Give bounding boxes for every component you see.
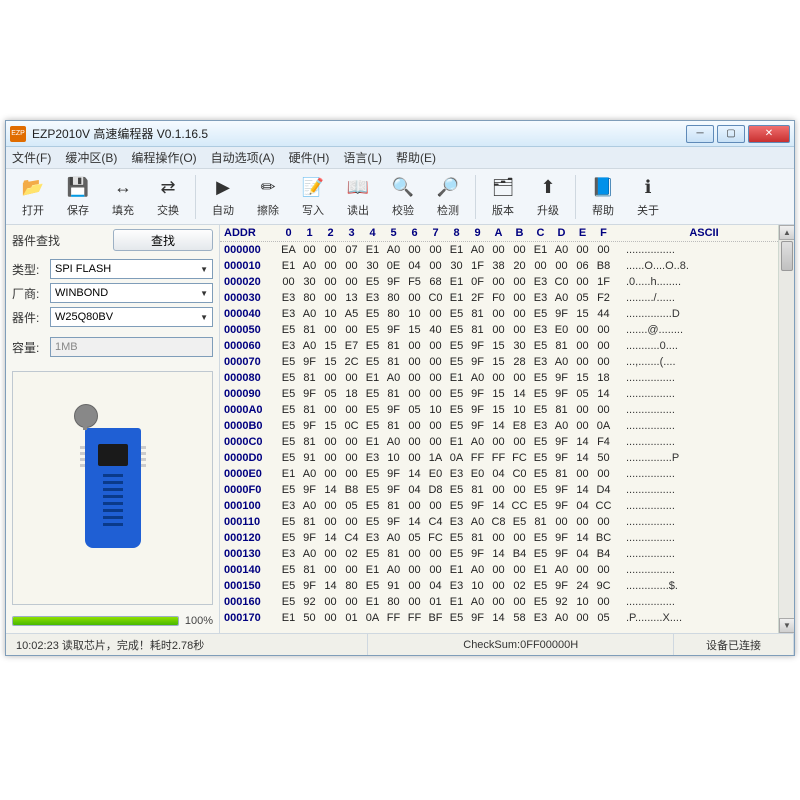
关于-icon: ℹ (635, 176, 661, 200)
toolbar-填充[interactable]: ↔填充 (102, 172, 144, 222)
status-connection: 设备已连接 (674, 634, 794, 655)
擦除-icon: ✏ (255, 176, 281, 200)
toolbar-交换[interactable]: ⇄交换 (147, 172, 189, 222)
capacity-field: 1MB (50, 337, 213, 357)
menu-item[interactable]: 帮助(E) (396, 149, 436, 166)
scroll-down-button[interactable]: ▼ (779, 618, 794, 633)
保存-icon: 💾 (65, 176, 91, 200)
part-select[interactable]: W25Q80BV▼ (50, 307, 213, 327)
hex-row[interactable]: 0000B0E59F150CE5810000E59F14E8E3A0000A..… (220, 418, 794, 434)
hex-row[interactable]: 000030E3800013E38000C0E12FF000E3A005F2..… (220, 290, 794, 306)
menu-item[interactable]: 缓冲区(B) (65, 149, 117, 166)
window-title: EZP2010V 高速编程器 V0.1.16.5 (32, 125, 683, 142)
hex-row[interactable]: 00002000300000E59FF568E10F0000E3C0001F.0… (220, 274, 794, 290)
menu-item[interactable]: 文件(F) (12, 149, 51, 166)
chevron-down-icon: ▼ (200, 313, 208, 322)
hex-row[interactable]: 000130E3A00002E5810000E59F14B4E59F04B4..… (220, 546, 794, 562)
type-label: 类型: (12, 261, 46, 278)
hex-row[interactable]: 000160E5920000E1800001E1A00000E5921000..… (220, 594, 794, 610)
自动-icon: ▶ (210, 176, 236, 200)
hex-row[interactable]: 0000F0E59F14B8E59F04D8E5810000E59F14D4..… (220, 482, 794, 498)
toolbar-保存[interactable]: 💾保存 (57, 172, 99, 222)
status-bar: 10:02:23 读取芯片，完成！耗时2.78秒 CheckSum:0FF000… (6, 633, 794, 655)
toolbar-擦除[interactable]: ✏擦除 (247, 172, 289, 222)
hex-row[interactable]: 000100E3A00005E5810000E59F14CCE59F04CC..… (220, 498, 794, 514)
menu-item[interactable]: 自动选项(A) (211, 149, 275, 166)
hex-row[interactable]: 0000C0E5810000E1A00000E1A00000E59F14F4..… (220, 434, 794, 450)
hex-row[interactable]: 000150E59F1480E5910004E3100002E59F249C..… (220, 578, 794, 594)
menu-item[interactable]: 硬件(H) (289, 149, 330, 166)
hex-row[interactable]: 000140E5810000E1A00000E1A00000E1A00000..… (220, 562, 794, 578)
hex-row[interactable]: 000060E3A015E7E5810000E59F1530E5810000..… (220, 338, 794, 354)
close-button[interactable]: ✕ (748, 125, 790, 143)
hex-row[interactable]: 000110E5810000E59F14C4E3A0C8E581000000..… (220, 514, 794, 530)
chip-diagram (12, 371, 213, 605)
hex-row[interactable]: 000070E59F152CE5810000E59F1528E3A00000..… (220, 354, 794, 370)
part-label: 器件: (12, 309, 46, 326)
hex-row[interactable]: 0000A0E5810000E59F0510E59F1510E5810000..… (220, 402, 794, 418)
type-select[interactable]: SPI FLASH▼ (50, 259, 213, 279)
toolbar-帮助[interactable]: 📘帮助 (582, 172, 624, 222)
toolbar-版本[interactable]: 🗂版本 (482, 172, 524, 222)
hex-ascii-header: ASCII (614, 227, 794, 239)
scroll-thumb[interactable] (781, 241, 793, 271)
hex-row[interactable]: 000000EA000007E1A00000E1A00000E1A00000..… (220, 242, 794, 258)
window-titlebar: EZP EZP2010V 高速编程器 V0.1.16.5 ─ ▢ ✕ (6, 121, 794, 147)
hex-row[interactable]: 000050E5810000E59F1540E5810000E3E00000..… (220, 322, 794, 338)
校验-icon: 🔍 (390, 176, 416, 200)
chevron-down-icon: ▼ (200, 265, 208, 274)
find-button[interactable]: 查找 (113, 229, 213, 251)
side-panel: 器件查找 查找 类型: SPI FLASH▼ 厂商: WINBOND▼ 器件: … (6, 225, 220, 633)
版本-icon: 🗂 (490, 176, 516, 200)
hex-row[interactable]: 0000E0E1A00000E59F14E0E3E004C0E5810000..… (220, 466, 794, 482)
menubar: 文件(F) 缓冲区(B) 编程操作(O) 自动选项(A) 硬件(H) 语言(L) 帮助(E) (6, 147, 794, 169)
toolbar-读出[interactable]: 📖读出 (337, 172, 379, 222)
status-checksum: CheckSum:0FF00000H (368, 634, 674, 655)
vertical-scrollbar[interactable]: ▲ ▼ (778, 225, 794, 633)
status-message: 10:02:23 读取芯片，完成！耗时2.78秒 (6, 634, 368, 655)
toolbar-写入[interactable]: 📝写入 (292, 172, 334, 222)
progress-label: 100% (185, 615, 213, 627)
帮助-icon: 📘 (590, 176, 616, 200)
hex-viewer: ADDR0123456789ABCDEFASCII 000000EA000007… (220, 225, 794, 633)
读出-icon: 📖 (345, 176, 371, 200)
toolbar-打开[interactable]: 📂打开 (12, 172, 54, 222)
hex-row[interactable]: 000010E1A00000300E0400301F3820000006B8..… (220, 258, 794, 274)
交换-icon: ⇄ (155, 176, 181, 200)
toolbar-检测[interactable]: 🔎检测 (427, 172, 469, 222)
minimize-button[interactable]: ─ (686, 125, 714, 143)
hex-row[interactable]: 000040E3A010A5E5801000E5810000E59F1544..… (220, 306, 794, 322)
升级-icon: ⬆ (535, 176, 561, 200)
写入-icon: 📝 (300, 176, 326, 200)
vendor-select[interactable]: WINBOND▼ (50, 283, 213, 303)
hex-row[interactable]: 0000D0E5910000E310001A0AFFFFFCE59F1450..… (220, 450, 794, 466)
maximize-button[interactable]: ▢ (717, 125, 745, 143)
填充-icon: ↔ (110, 176, 136, 200)
menu-item[interactable]: 编程操作(O) (131, 149, 196, 166)
toolbar-升级[interactable]: ⬆升级 (527, 172, 569, 222)
toolbar-校验[interactable]: 🔍校验 (382, 172, 424, 222)
hex-addr-header: ADDR (224, 227, 278, 239)
vendor-label: 厂商: (12, 285, 46, 302)
find-section-label: 器件查找 (12, 232, 60, 249)
hex-row[interactable]: 000120E59F14C4E3A005FCE5810000E59F14BC..… (220, 530, 794, 546)
hex-row[interactable]: 000170E15000010AFFFFBFE59F1458E3A00005.P… (220, 610, 794, 626)
app-icon: EZP (10, 126, 26, 142)
toolbar: 📂打开💾保存↔填充⇄交换▶自动✏擦除📝写入📖读出🔍校验🔎检测🗂版本⬆升级📘帮助ℹ… (6, 169, 794, 225)
toolbar-自动[interactable]: ▶自动 (202, 172, 244, 222)
检测-icon: 🔎 (435, 176, 461, 200)
scroll-up-button[interactable]: ▲ (779, 225, 794, 240)
hex-row[interactable]: 000090E59F0518E5810000E59F1514E59F0514..… (220, 386, 794, 402)
progress-bar (12, 616, 179, 626)
menu-item[interactable]: 语言(L) (343, 149, 382, 166)
capacity-label: 容量: (12, 339, 46, 356)
chevron-down-icon: ▼ (200, 289, 208, 298)
hex-row[interactable]: 000080E5810000E1A00000E1A00000E59F1518..… (220, 370, 794, 386)
toolbar-关于[interactable]: ℹ关于 (627, 172, 669, 222)
打开-icon: 📂 (20, 176, 46, 200)
